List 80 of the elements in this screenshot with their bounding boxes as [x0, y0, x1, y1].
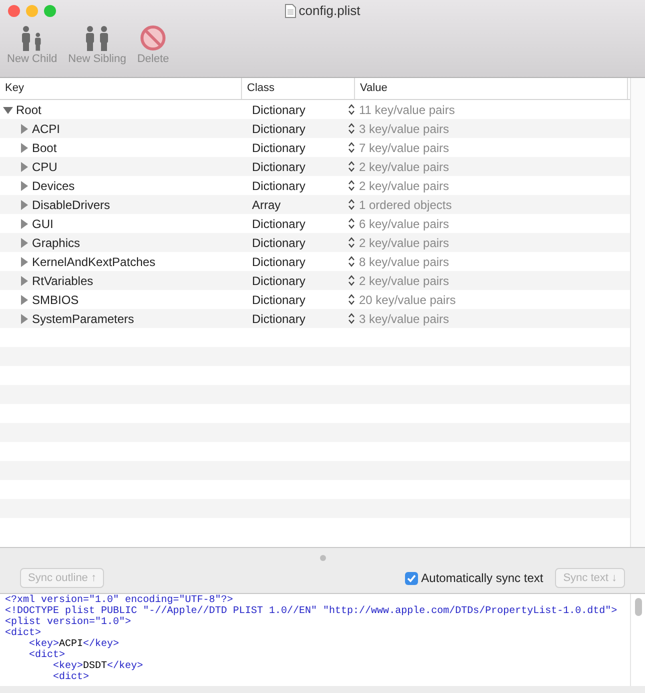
- code-line: <dict>: [52, 672, 90, 683]
- class-cell-text: Dictionary: [252, 310, 306, 328]
- code-line: <dict>: [28, 650, 66, 661]
- scrollbar-thumb[interactable]: [635, 598, 642, 616]
- key-cell-text: SystemParameters: [32, 310, 134, 328]
- disclosure-triangle-collapsed-icon[interactable]: [19, 200, 29, 210]
- disclosure-triangle-collapsed-icon[interactable]: [19, 142, 29, 152]
- stepper-icon[interactable]: [348, 313, 355, 324]
- key-cell-text: Graphics: [32, 234, 80, 252]
- code-line: <dict>: [5, 628, 42, 639]
- disclosure-triangle-collapsed-icon[interactable]: [19, 180, 29, 190]
- close-button[interactable]: [8, 5, 20, 17]
- class-cell-text: Array: [252, 196, 281, 214]
- class-cell-text: Dictionary: [252, 102, 306, 118]
- stepper-icon[interactable]: [348, 161, 355, 172]
- code-line: <!DOCTYPE plist PUBLIC "-//Apple//DTD PLIST 1.0//EN" "http://www.apple.com/DTDs/PropertyList-1.0.dtd">: [5, 606, 618, 617]
- document-icon: [284, 4, 296, 18]
- key-cell-text: RtVariables: [32, 272, 94, 290]
- code-line: <?xml version="1.0" encoding="UTF-8"?>: [5, 595, 234, 606]
- class-cell-text: Dictionary: [252, 158, 306, 176]
- stepper-icon[interactable]: [348, 199, 355, 210]
- window-title: config.plist: [298, 2, 360, 20]
- column-header[interactable]: Class: [242, 78, 355, 99]
- column-header[interactable]: Value: [355, 78, 628, 99]
- value-cell-text: 1 ordered objects: [358, 196, 452, 214]
- class-cell-text: Dictionary: [252, 234, 306, 252]
- key-cell-text: Boot: [32, 140, 57, 156]
- stepper-icon[interactable]: [348, 123, 355, 134]
- value-cell-text: 3 key/value pairs: [358, 120, 450, 138]
- code-line: <key>ACPI</key>: [28, 639, 120, 650]
- stepper-icon[interactable]: [348, 237, 355, 248]
- checkbox[interactable]: [405, 572, 418, 584]
- key-cell-text: DisableDrivers: [32, 196, 110, 214]
- disclosure-triangle-expanded-icon[interactable]: [3, 104, 13, 114]
- key-cell-text: GUI: [32, 216, 54, 232]
- disclosure-triangle-collapsed-icon[interactable]: [19, 294, 29, 304]
- class-cell-text: Dictionary: [252, 254, 306, 270]
- code-line: <plist version="1.0">: [5, 617, 132, 628]
- value-cell-text: 20 key/value pairs: [358, 292, 456, 308]
- disclosure-triangle-collapsed-icon[interactable]: [19, 162, 29, 172]
- stepper-icon[interactable]: [348, 180, 355, 191]
- disclosure-triangle-collapsed-icon[interactable]: [19, 238, 29, 248]
- disclosure-triangle-collapsed-icon[interactable]: [19, 124, 29, 134]
- key-cell-text: Devices: [32, 178, 75, 194]
- value-cell-text: 6 key/value pairs: [358, 216, 450, 232]
- value-cell-text: 8 key/value pairs: [358, 254, 450, 270]
- value-cell-text: 2 key/value pairs: [358, 158, 450, 176]
- stepper-icon[interactable]: [348, 142, 355, 153]
- key-cell-text: SMBIOS: [32, 292, 79, 308]
- value-cell-text: 2 key/value pairs: [358, 234, 450, 252]
- class-cell-text: Dictionary: [252, 292, 306, 308]
- class-cell-text: Dictionary: [252, 216, 306, 232]
- stepper-icon[interactable]: [348, 256, 355, 267]
- stepper-icon[interactable]: [348, 275, 355, 286]
- value-cell-text: 7 key/value pairs: [358, 140, 450, 156]
- disclosure-triangle-collapsed-icon[interactable]: [19, 314, 29, 324]
- class-cell-text: Dictionary: [252, 178, 306, 194]
- split-handle[interactable]: [320, 555, 326, 561]
- key-cell-text: CPU: [32, 158, 58, 176]
- value-cell-text: 11 key/value pairs: [358, 102, 455, 118]
- key-cell-text: KernelAndKextPatches: [32, 254, 156, 270]
- code-line: <key>DSDT</key>: [52, 661, 144, 672]
- key-cell-text: ACPI: [32, 120, 60, 138]
- class-cell-text: Dictionary: [252, 272, 306, 290]
- disclosure-triangle-collapsed-icon[interactable]: [19, 256, 29, 266]
- stepper-icon[interactable]: [348, 218, 355, 229]
- class-cell-text: Dictionary: [252, 140, 306, 156]
- class-cell-text: Dictionary: [252, 120, 306, 138]
- prohibited-icon: [140, 25, 166, 51]
- disclosure-triangle-collapsed-icon[interactable]: [19, 276, 29, 286]
- stepper-icon[interactable]: [348, 104, 355, 115]
- key-cell-text: Root: [16, 102, 42, 118]
- value-cell-text: 2 key/value pairs: [358, 272, 450, 290]
- stepper-icon[interactable]: [348, 294, 355, 305]
- disclosure-triangle-collapsed-icon[interactable]: [19, 218, 29, 228]
- column-header[interactable]: Key: [0, 78, 242, 99]
- checkbox-label[interactable]: Automatically sync text: [421, 569, 544, 587]
- zoom-button[interactable]: [44, 5, 56, 17]
- value-cell-text: 2 key/value pairs: [358, 178, 450, 194]
- value-cell-text: 3 key/value pairs: [358, 310, 450, 328]
